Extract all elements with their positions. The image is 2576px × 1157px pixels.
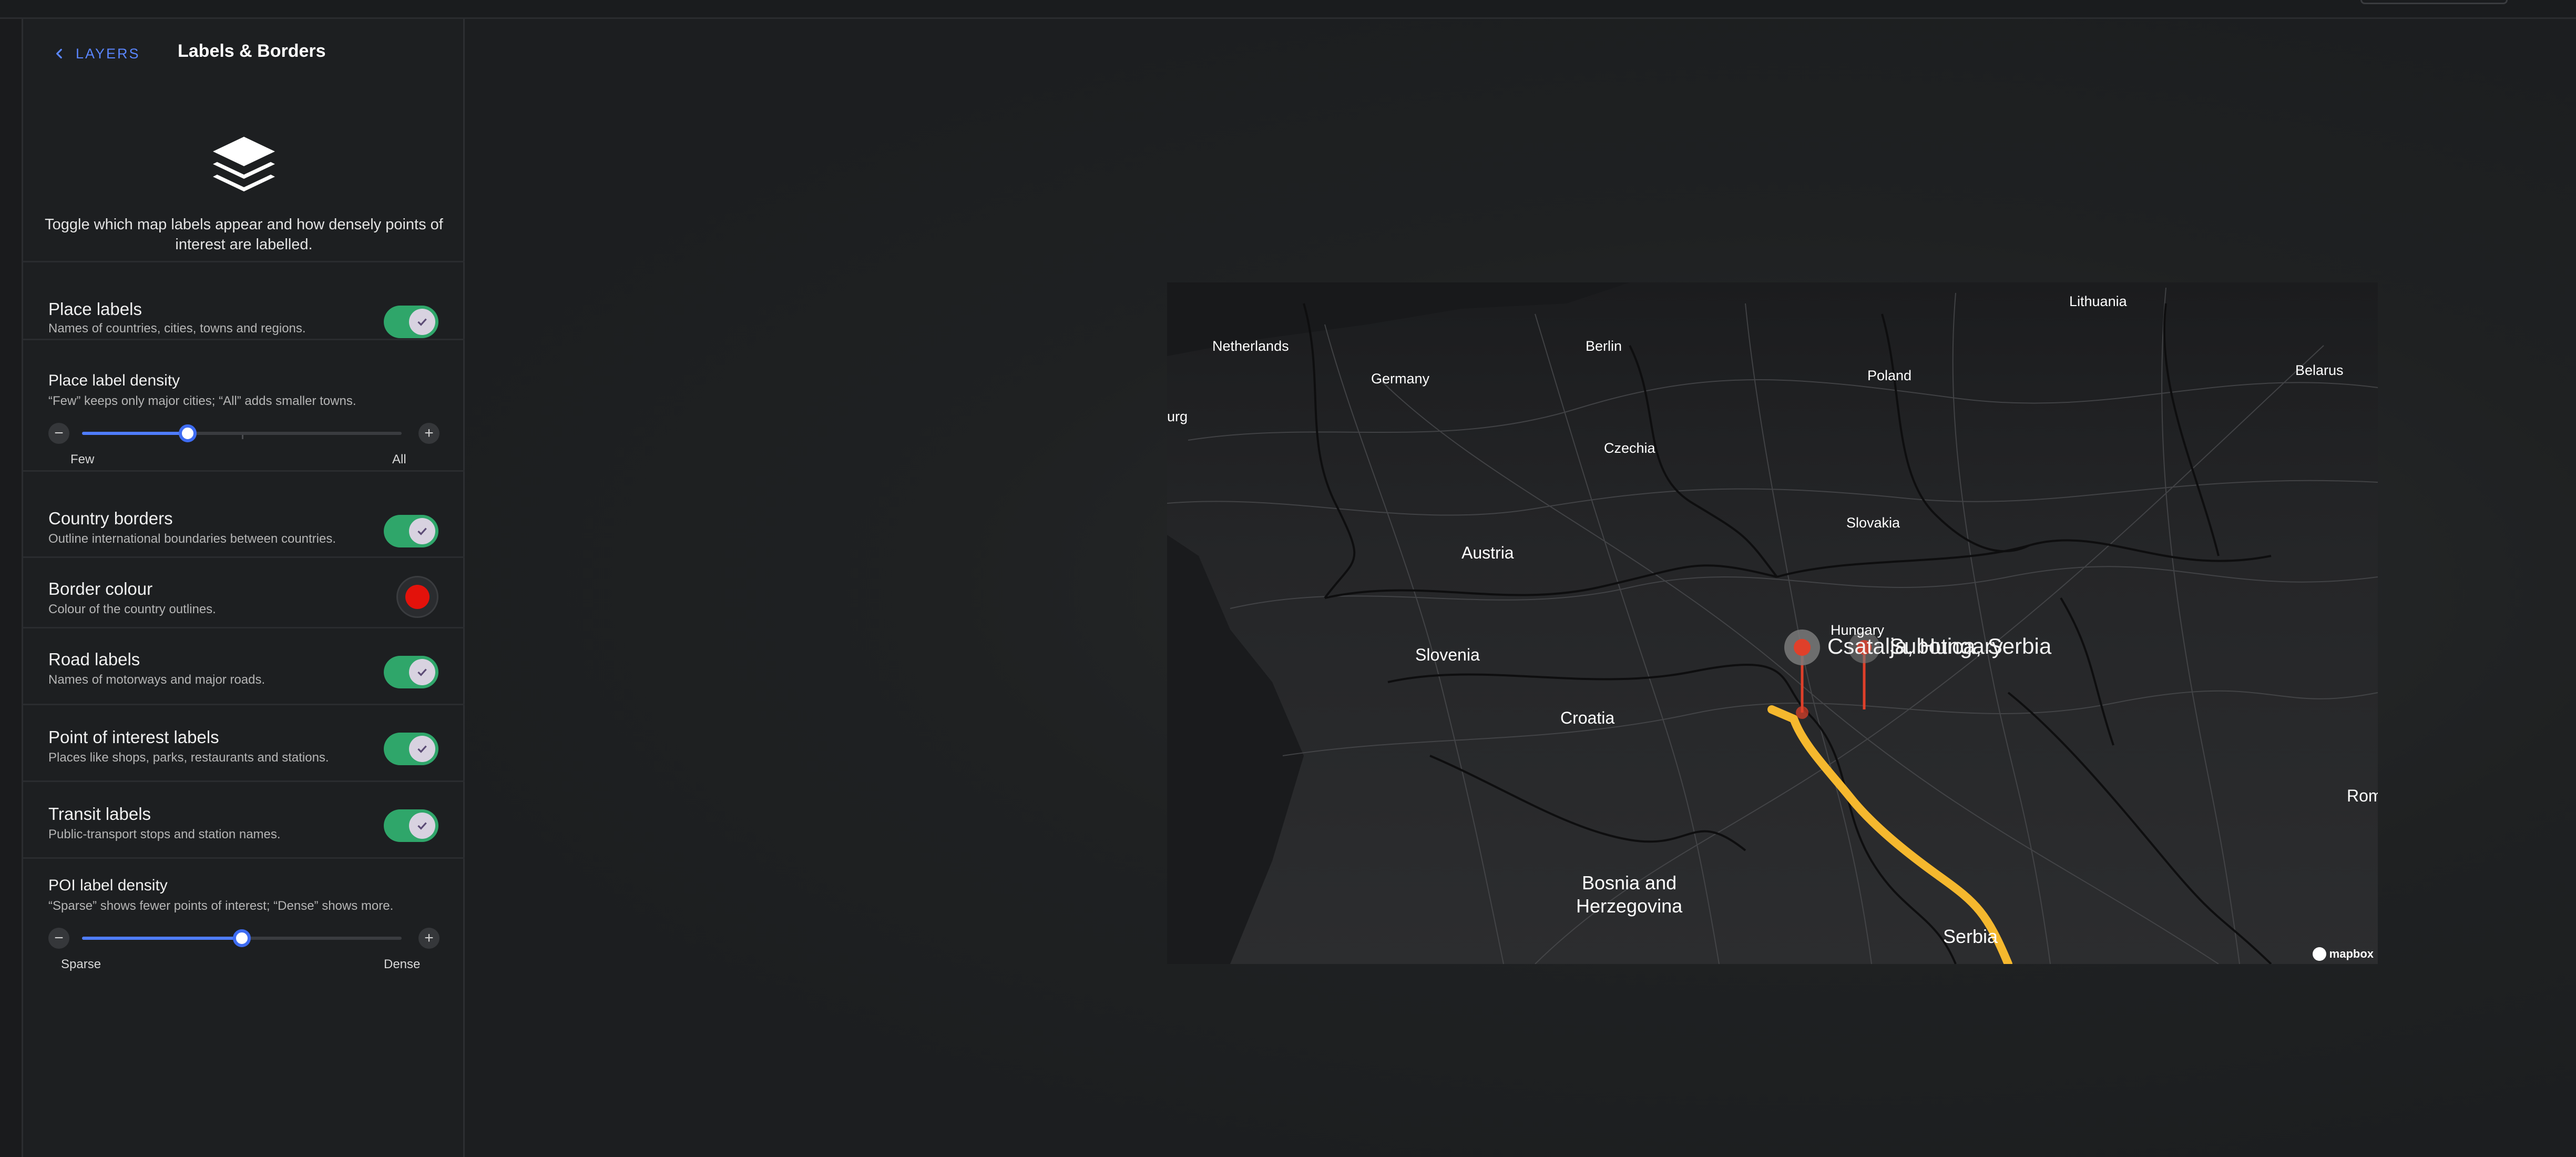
map-label-berlin: Berlin xyxy=(1586,338,1622,354)
transit-labels-title: Transit labels xyxy=(48,804,151,824)
transit-labels-toggle[interactable] xyxy=(384,809,438,842)
toggle-knob xyxy=(409,518,435,544)
mapbox-logo-icon xyxy=(2312,947,2326,961)
map-label-germany: Germany xyxy=(1371,371,1430,387)
place-density-title: Place label density xyxy=(48,372,180,389)
poi-density-slider[interactable]: − + Sparse Dense xyxy=(48,928,439,975)
border-colour-swatch xyxy=(405,585,430,609)
place-labels-row: Place labels Names of countries, cities,… xyxy=(23,261,465,339)
country-borders-title: Country borders xyxy=(48,509,173,528)
border-colour-picker[interactable] xyxy=(396,576,438,618)
increase-button[interactable]: + xyxy=(418,423,439,444)
left-rail xyxy=(0,19,23,1157)
toggle-knob xyxy=(409,659,435,685)
toggle-knob xyxy=(409,736,435,762)
panel-header: LAYERS Labels & Borders xyxy=(23,19,465,87)
map-label-lithuania: Lithuania xyxy=(2069,293,2127,309)
poi-density-row: POI label density “Sparse” shows fewer p… xyxy=(23,857,465,989)
slider-track[interactable] xyxy=(82,929,402,947)
map-label-urg: urg xyxy=(1167,409,1188,424)
check-icon xyxy=(417,668,427,676)
layers-icon xyxy=(213,137,275,191)
slider-thumb[interactable] xyxy=(233,929,251,947)
poi-labels-title: Point of interest labels xyxy=(48,727,219,747)
poi-labels-toggle[interactable] xyxy=(384,733,438,765)
place-labels-title: Place labels xyxy=(48,299,142,319)
slider-min-label: Sparse xyxy=(61,957,101,971)
place-density-desc: “Few” keeps only major cities; “All” add… xyxy=(48,394,356,408)
check-icon xyxy=(417,318,427,326)
map-label-austria: Austria xyxy=(1461,543,1514,562)
slider-tick xyxy=(242,435,243,439)
map-label-poland: Poland xyxy=(1867,368,1912,383)
road-labels-desc: Names of motorways and major roads. xyxy=(48,673,265,687)
poi-density-desc: “Sparse” shows fewer points of interest;… xyxy=(48,899,394,913)
chevron-left-icon xyxy=(56,48,62,59)
marker-2-label[interactable]: Subotica, Serbia xyxy=(1889,634,2051,659)
slider-max-label: All xyxy=(392,452,406,466)
border-colour-title: Border colour xyxy=(48,579,153,598)
slider-track[interactable] xyxy=(82,424,402,442)
slider-fill xyxy=(82,432,188,435)
back-link-label: LAYERS xyxy=(76,45,140,62)
place-labels-desc: Names of countries, cities, towns and re… xyxy=(48,321,306,336)
poi-density-title: POI label density xyxy=(48,877,168,894)
place-density-slider[interactable]: − + Few All xyxy=(48,423,439,470)
place-labels-toggle[interactable] xyxy=(384,306,438,338)
map-label-slovakia: Slovakia xyxy=(1846,515,1900,531)
map-label-belarus: Belarus xyxy=(2295,362,2344,378)
panel-intro: Toggle which map labels appear and how d… xyxy=(45,216,443,253)
map-label-czechia: Czechia xyxy=(1604,440,1655,456)
map-label-bosnia: Bosnia and Herzegovina xyxy=(1576,872,1683,917)
top-bar xyxy=(0,0,2576,19)
decrease-button[interactable]: − xyxy=(48,928,69,949)
map-label-croatia: Croatia xyxy=(1560,708,1615,727)
border-colour-desc: Colour of the country outlines. xyxy=(48,602,216,616)
map-label-netherlands: Netherlands xyxy=(1212,338,1289,354)
mapbox-attribution[interactable]: mapbox xyxy=(2312,947,2374,961)
toggle-knob xyxy=(409,813,435,839)
check-icon xyxy=(417,745,427,753)
border-colour-row: Border colour Colour of the country outl… xyxy=(23,556,465,627)
slider-min-label: Few xyxy=(70,452,95,466)
map-view[interactable]: Lithuania Netherlands Berlin Germany Pol… xyxy=(1167,282,2378,964)
map-label-serbia: Serbia xyxy=(1943,926,1998,947)
map-label-rom: Rom xyxy=(2347,786,2378,805)
country-borders-row: Country borders Outline international bo… xyxy=(23,470,465,547)
back-to-layers-link[interactable]: LAYERS xyxy=(53,44,140,63)
map-canvas[interactable] xyxy=(1167,282,2378,964)
transit-labels-desc: Public-transport stops and station names… xyxy=(48,827,281,841)
transit-labels-row: Transit labels Public-transport stops an… xyxy=(23,780,465,857)
country-borders-desc: Outline international boundaries between… xyxy=(48,532,336,546)
top-bar-button[interactable] xyxy=(2360,0,2508,4)
settings-panel: LAYERS Labels & Borders Toggle which map… xyxy=(23,19,465,1157)
mapbox-attribution-text: mapbox xyxy=(2329,947,2374,960)
map-label-slovenia: Slovenia xyxy=(1415,645,1480,664)
place-density-row: Place label density “Few” keeps only maj… xyxy=(23,339,465,470)
road-labels-row: Road labels Names of motorways and major… xyxy=(23,627,465,704)
slider-thumb[interactable] xyxy=(178,424,197,442)
road-labels-title: Road labels xyxy=(48,649,140,669)
slider-fill xyxy=(82,937,242,940)
road-labels-toggle[interactable] xyxy=(384,656,438,688)
decrease-button[interactable]: − xyxy=(48,423,69,444)
poi-labels-desc: Places like shops, parks, restaurants an… xyxy=(48,750,329,765)
slider-max-label: Dense xyxy=(384,957,421,971)
increase-button[interactable]: + xyxy=(418,928,439,949)
panel-title: Labels & Borders xyxy=(178,41,326,61)
poi-labels-row: Point of interest labels Places like sho… xyxy=(23,704,465,780)
country-borders-toggle[interactable] xyxy=(384,515,438,547)
toggle-knob xyxy=(409,309,435,335)
check-icon xyxy=(417,527,427,535)
check-icon xyxy=(417,822,427,830)
